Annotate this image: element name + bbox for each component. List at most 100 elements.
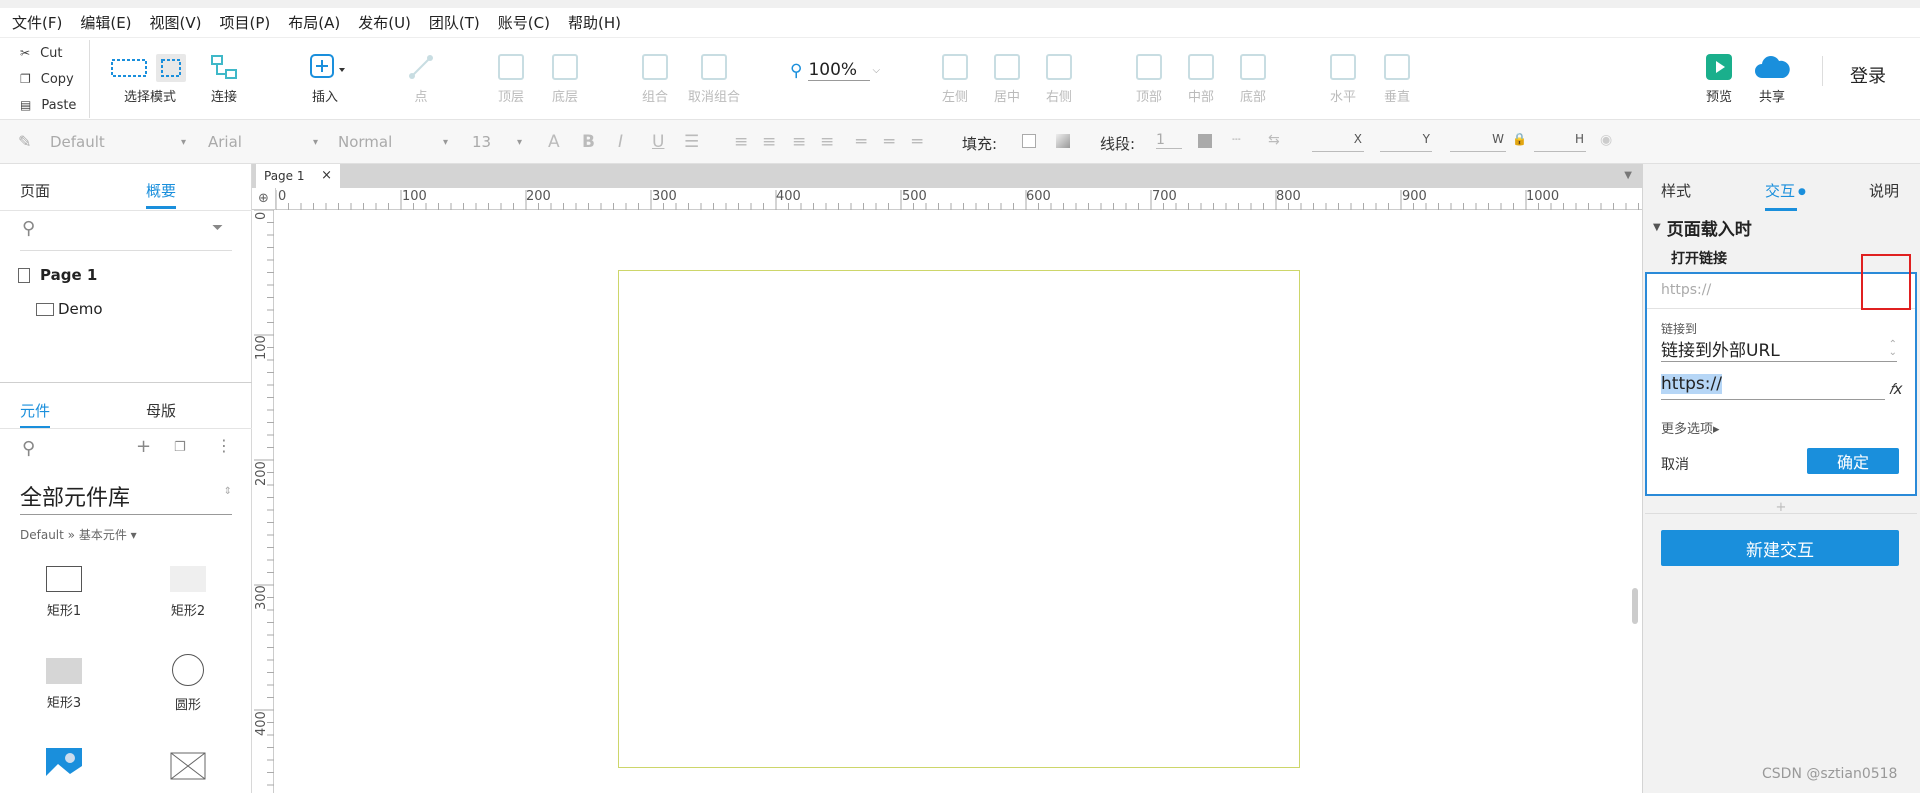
- bullet-list-icon[interactable]: ☰: [684, 132, 699, 152]
- preview-button[interactable]: 预览: [1704, 38, 1734, 120]
- h-input[interactable]: H: [1534, 132, 1586, 152]
- group-button[interactable]: 组合: [640, 38, 670, 120]
- align-text-justify-icon[interactable]: ≡: [820, 132, 834, 152]
- menu-edit[interactable]: 编辑(E): [80, 12, 131, 33]
- align-left-button[interactable]: 左侧: [940, 38, 970, 120]
- font-select[interactable]: Arial ▾: [208, 130, 318, 154]
- select-mode-button[interactable]: 选择模式: [106, 38, 194, 120]
- menu-help[interactable]: 帮助(H): [568, 12, 621, 33]
- search-icon[interactable]: ⚲: [22, 218, 35, 239]
- align-text-left-icon[interactable]: ≡: [734, 132, 748, 152]
- bottom-layer-button[interactable]: 底层: [550, 38, 580, 120]
- font-color-icon[interactable]: A: [548, 132, 560, 152]
- filter-icon[interactable]: ⏷: [212, 220, 223, 236]
- paste-button[interactable]: ▤ Paste: [2, 92, 90, 118]
- more-options-icon[interactable]: ⋮: [216, 436, 232, 455]
- align-middle-button[interactable]: 中部: [1186, 38, 1216, 120]
- widget-image[interactable]: [46, 748, 82, 786]
- ruler-origin-icon[interactable]: ⊕: [252, 188, 276, 210]
- font-size-select[interactable]: 13 ▾: [472, 130, 522, 154]
- tab-style[interactable]: 样式: [1661, 180, 1691, 201]
- x-input[interactable]: X: [1312, 132, 1364, 152]
- login-button[interactable]: 登录: [1850, 62, 1886, 88]
- valign-top-icon[interactable]: ═: [856, 132, 866, 152]
- widget-rectangle-3[interactable]: 矩形3: [14, 658, 114, 711]
- fill-gradient-swatch[interactable]: [1056, 134, 1070, 148]
- tab-outline[interactable]: 概要: [146, 180, 177, 209]
- demo-rectangle-widget[interactable]: [618, 270, 1300, 768]
- menu-project[interactable]: 项目(P): [220, 12, 271, 33]
- font-weight-select[interactable]: Normal ▾: [338, 130, 448, 154]
- y-input[interactable]: Y: [1380, 132, 1432, 152]
- search-icon[interactable]: ⚲: [22, 438, 35, 459]
- menu-team[interactable]: 团队(T): [429, 12, 480, 33]
- vertical-scrollbar[interactable]: [1632, 588, 1638, 624]
- align-top-button[interactable]: 顶部: [1134, 38, 1164, 120]
- valign-bottom-icon[interactable]: ═: [912, 132, 922, 152]
- point-button[interactable]: 点: [406, 38, 436, 120]
- eye-icon[interactable]: ◉: [1600, 132, 1612, 148]
- ungroup-button[interactable]: 取消组合: [688, 38, 740, 120]
- menu-account[interactable]: 账号(C): [498, 12, 550, 33]
- stroke-pattern-icon[interactable]: ┄: [1232, 132, 1240, 148]
- new-interaction-button[interactable]: 新建交互: [1661, 530, 1899, 566]
- fx-function-icon[interactable]: 𝑓x: [1889, 380, 1903, 398]
- stroke-color-swatch[interactable]: [1198, 134, 1212, 148]
- widget-rectangle-2[interactable]: 矩形2: [138, 566, 238, 619]
- distribute-vertical-button[interactable]: 垂直: [1382, 38, 1412, 120]
- align-right-button[interactable]: 右侧: [1044, 38, 1074, 120]
- align-text-center-icon[interactable]: ≡: [762, 132, 776, 152]
- cancel-button[interactable]: 取消: [1661, 454, 1689, 474]
- stroke-width-input[interactable]: 1: [1156, 132, 1182, 149]
- library-breadcrumb[interactable]: Default » 基本元件 ▾: [20, 526, 137, 543]
- valign-middle-icon[interactable]: ═: [884, 132, 894, 152]
- align-bottom-button[interactable]: 底部: [1238, 38, 1268, 120]
- page-item-page-1[interactable]: Page 1: [18, 266, 97, 284]
- underline-icon[interactable]: U: [652, 132, 664, 152]
- cut-button[interactable]: ✂ Cut: [2, 40, 90, 66]
- widget-placeholder[interactable]: [170, 752, 206, 784]
- tab-widgets[interactable]: 元件: [20, 400, 51, 429]
- tab-pages[interactable]: 页面: [20, 180, 50, 201]
- menu-layout[interactable]: 布局(A): [288, 12, 340, 33]
- w-input[interactable]: W: [1450, 132, 1506, 152]
- align-text-right-icon[interactable]: ≡: [792, 132, 806, 152]
- arrow-style-icon[interactable]: ⇆: [1268, 132, 1280, 148]
- confirm-button[interactable]: 确定: [1807, 448, 1899, 474]
- more-options-toggle[interactable]: 更多选项▸: [1661, 418, 1720, 437]
- page-tab[interactable]: Page 1 ×: [256, 164, 340, 188]
- widget-circle[interactable]: 圆形: [138, 654, 238, 713]
- add-case-icon[interactable]: +: [1645, 500, 1917, 515]
- top-layer-button[interactable]: 顶层: [496, 38, 526, 120]
- zoom-control[interactable]: ⚲ 100% ⌵: [790, 60, 880, 81]
- bold-icon[interactable]: B: [582, 132, 595, 152]
- italic-icon[interactable]: I: [618, 132, 623, 152]
- event-header-page-load[interactable]: ▼ 页面载入时: [1653, 212, 1919, 242]
- url-input[interactable]: https://: [1661, 374, 1885, 400]
- fill-color-swatch[interactable]: [1022, 134, 1036, 148]
- add-library-icon[interactable]: +: [136, 436, 151, 457]
- distribute-horizontal-button[interactable]: 水平: [1328, 38, 1358, 120]
- copy-button[interactable]: ❐ Copy: [2, 66, 90, 92]
- align-center-button[interactable]: 居中: [992, 38, 1022, 120]
- library-copy-icon[interactable]: ❐: [174, 440, 186, 455]
- close-icon[interactable]: ×: [321, 168, 332, 183]
- chevron-down-icon[interactable]: ▼: [1624, 170, 1632, 181]
- menu-file[interactable]: 文件(F): [12, 12, 62, 33]
- link-to-select[interactable]: 链接到外部URL ⌃ ⌄: [1661, 336, 1897, 362]
- share-button[interactable]: 共享: [1752, 38, 1792, 120]
- outline-item-demo[interactable]: Demo: [36, 300, 103, 318]
- tab-masters[interactable]: 母版: [146, 400, 176, 421]
- menu-publish[interactable]: 发布(U): [358, 12, 411, 33]
- lock-icon[interactable]: 🔒: [1512, 132, 1527, 146]
- widget-rectangle-1[interactable]: 矩形1: [14, 566, 114, 619]
- right-panel: 样式 交互 ● 说明 ▼ 页面载入时 打开链接 https:// 链接到 链接到外…: [1642, 164, 1920, 793]
- style-select[interactable]: Default ▾: [50, 130, 186, 154]
- tab-notes[interactable]: 说明: [1869, 180, 1899, 201]
- connect-button[interactable]: 连接: [204, 38, 244, 120]
- tab-interaction[interactable]: 交互 ●: [1765, 180, 1806, 201]
- menu-view[interactable]: 视图(V): [150, 12, 202, 33]
- insert-button[interactable]: 插入: [300, 38, 350, 120]
- action-open-link[interactable]: 打开链接: [1671, 248, 1727, 268]
- library-select[interactable]: 全部元件库 ⇕: [20, 480, 232, 515]
